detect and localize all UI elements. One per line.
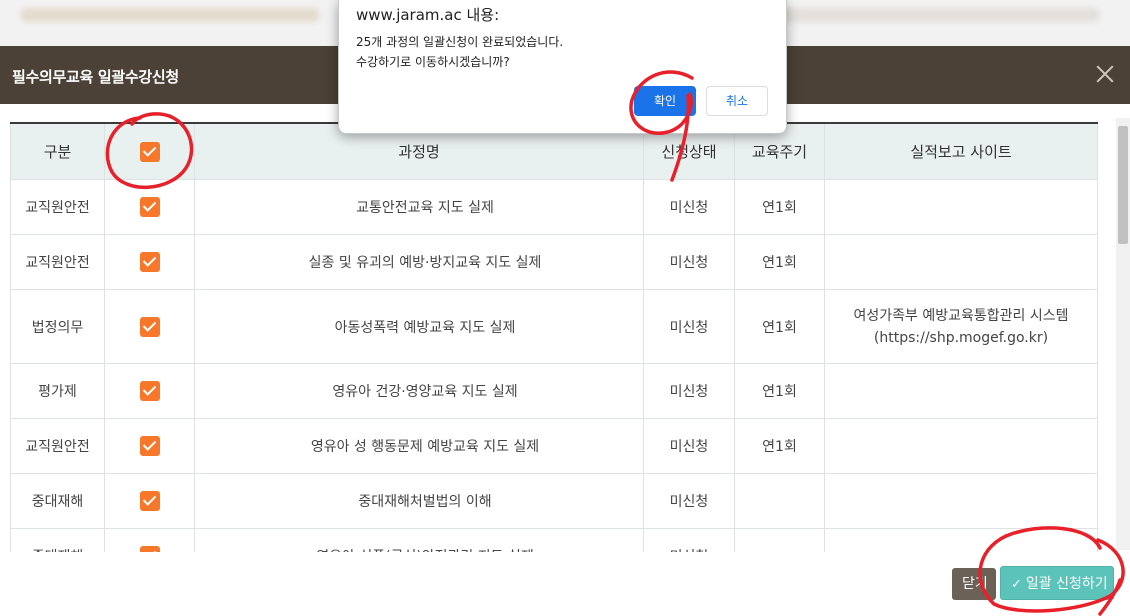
cell-course: 교통안전교육 지도 실제: [194, 179, 644, 235]
cell-cycle: [734, 473, 825, 529]
cell-course: 영유아 성 행동문제 예방교육 지도 실제: [194, 418, 644, 474]
cell-site: 여성가족부 예방교육통합관리 시스템 (https://shp.mogef.go…: [824, 289, 1098, 364]
blurred-content: [20, 8, 320, 22]
cell-checkbox: [104, 418, 195, 474]
cell-category: 교직원안전: [10, 179, 105, 235]
cell-site: [824, 418, 1098, 474]
cell-site: [824, 179, 1098, 235]
site-url[interactable]: (https://shp.mogef.go.kr): [826, 327, 1096, 349]
row-checkbox[interactable]: [139, 491, 160, 511]
table-row: 법정의무 아동성폭력 예방교육 지도 실제 미신청 연1회 여성가족부 예방교육…: [10, 289, 1098, 364]
table-row: 중대재해 영유아 식품(급식)안전관리 지도 실제 미신청: [10, 528, 1098, 552]
cell-category: 중대재해: [10, 528, 105, 552]
header-category: 구분: [10, 122, 105, 180]
table-row: 교직원안전 교통안전교육 지도 실제 미신청 연1회: [10, 179, 1098, 235]
cell-site: [824, 473, 1098, 529]
alert-dialog: www.jaram.ac 내용: 25개 과정의 일괄신청이 완료되었습니다. …: [338, 0, 787, 134]
cell-site: [824, 234, 1098, 290]
cell-status: 미신청: [643, 179, 735, 235]
alert-message: 25개 과정의 일괄신청이 완료되었습니다. 수강하기로 이동하시겠습니까?: [356, 35, 564, 69]
cell-category: 법정의무: [10, 289, 105, 364]
cell-checkbox: [104, 473, 195, 529]
cell-cycle: 연1회: [734, 363, 825, 419]
cell-status: 미신청: [643, 289, 735, 364]
cell-cycle: 연1회: [734, 234, 825, 290]
cell-checkbox: [104, 289, 195, 364]
table-row: 중대재해 중대재해처벌법의 이해 미신청: [10, 473, 1098, 529]
alert-ok-button[interactable]: 확인: [634, 86, 696, 116]
row-checkbox[interactable]: [139, 316, 160, 337]
double-check-icon: ✓: [1011, 577, 1022, 592]
row-checkbox[interactable]: [139, 197, 160, 217]
bulk-apply-button[interactable]: ✓ 일괄 신청하기: [1000, 566, 1114, 600]
close-icon[interactable]: [1094, 63, 1116, 85]
select-all-checkbox[interactable]: [139, 141, 160, 162]
table-row: 평가제 영유아 건강·영양교육 지도 실제 미신청 연1회: [10, 363, 1098, 419]
cell-site: [824, 363, 1098, 419]
cell-cycle: [734, 528, 825, 552]
blurred-content: [760, 8, 1100, 22]
modal-title: 필수의무교육 일괄수강신청: [12, 68, 179, 86]
cell-category: 교직원안전: [10, 418, 105, 474]
cell-course: 아동성폭력 예방교육 지도 실제: [194, 289, 644, 364]
cell-status: 미신청: [643, 418, 735, 474]
row-checkbox[interactable]: [139, 252, 160, 272]
header-site: 실적보고 사이트: [824, 122, 1098, 180]
cell-cycle: 연1회: [734, 289, 825, 364]
row-checkbox[interactable]: [139, 436, 160, 456]
close-button[interactable]: 닫기: [952, 568, 996, 600]
cell-category: 교직원안전: [10, 234, 105, 290]
row-checkbox[interactable]: [139, 381, 160, 401]
cell-checkbox: [104, 363, 195, 419]
alert-origin: www.jaram.ac 내용:: [356, 6, 500, 24]
cell-site: [824, 528, 1098, 552]
course-table: 구분 과정명 신청상태 교육주기 실적보고 사이트 교직원안전 교통안전교육 지…: [10, 122, 1098, 552]
cell-category: 평가제: [10, 363, 105, 419]
cell-cycle: 연1회: [734, 418, 825, 474]
table-row: 교직원안전 실종 및 유괴의 예방·방지교육 지도 실제 미신청 연1회: [10, 234, 1098, 290]
cell-checkbox: [104, 234, 195, 290]
cell-status: 미신청: [643, 234, 735, 290]
cell-category: 중대재해: [10, 473, 105, 529]
header-select-all: [104, 122, 195, 180]
site-name: 여성가족부 예방교육통합관리 시스템: [853, 307, 1069, 324]
course-table-area: 구분 과정명 신청상태 교육주기 실적보고 사이트 교직원안전 교통안전교육 지…: [0, 104, 1130, 552]
cell-checkbox: [104, 179, 195, 235]
cell-status: 미신청: [643, 363, 735, 419]
table-row: 교직원안전 영유아 성 행동문제 예방교육 지도 실제 미신청 연1회: [10, 418, 1098, 474]
bulk-apply-label: 일괄 신청하기: [1025, 576, 1108, 592]
cell-cycle: 연1회: [734, 179, 825, 235]
cell-course: 영유아 건강·영양교육 지도 실제: [194, 363, 644, 419]
cell-status: 미신청: [643, 528, 735, 552]
cell-course: 영유아 식품(급식)안전관리 지도 실제: [194, 528, 644, 552]
scrollbar-thumb[interactable]: [1118, 126, 1128, 244]
cell-status: 미신청: [643, 473, 735, 529]
cell-course: 실종 및 유괴의 예방·방지교육 지도 실제: [194, 234, 644, 290]
alert-cancel-button[interactable]: 취소: [706, 86, 768, 116]
cell-course: 중대재해처벌법의 이해: [194, 473, 644, 529]
cell-checkbox: [104, 528, 195, 552]
